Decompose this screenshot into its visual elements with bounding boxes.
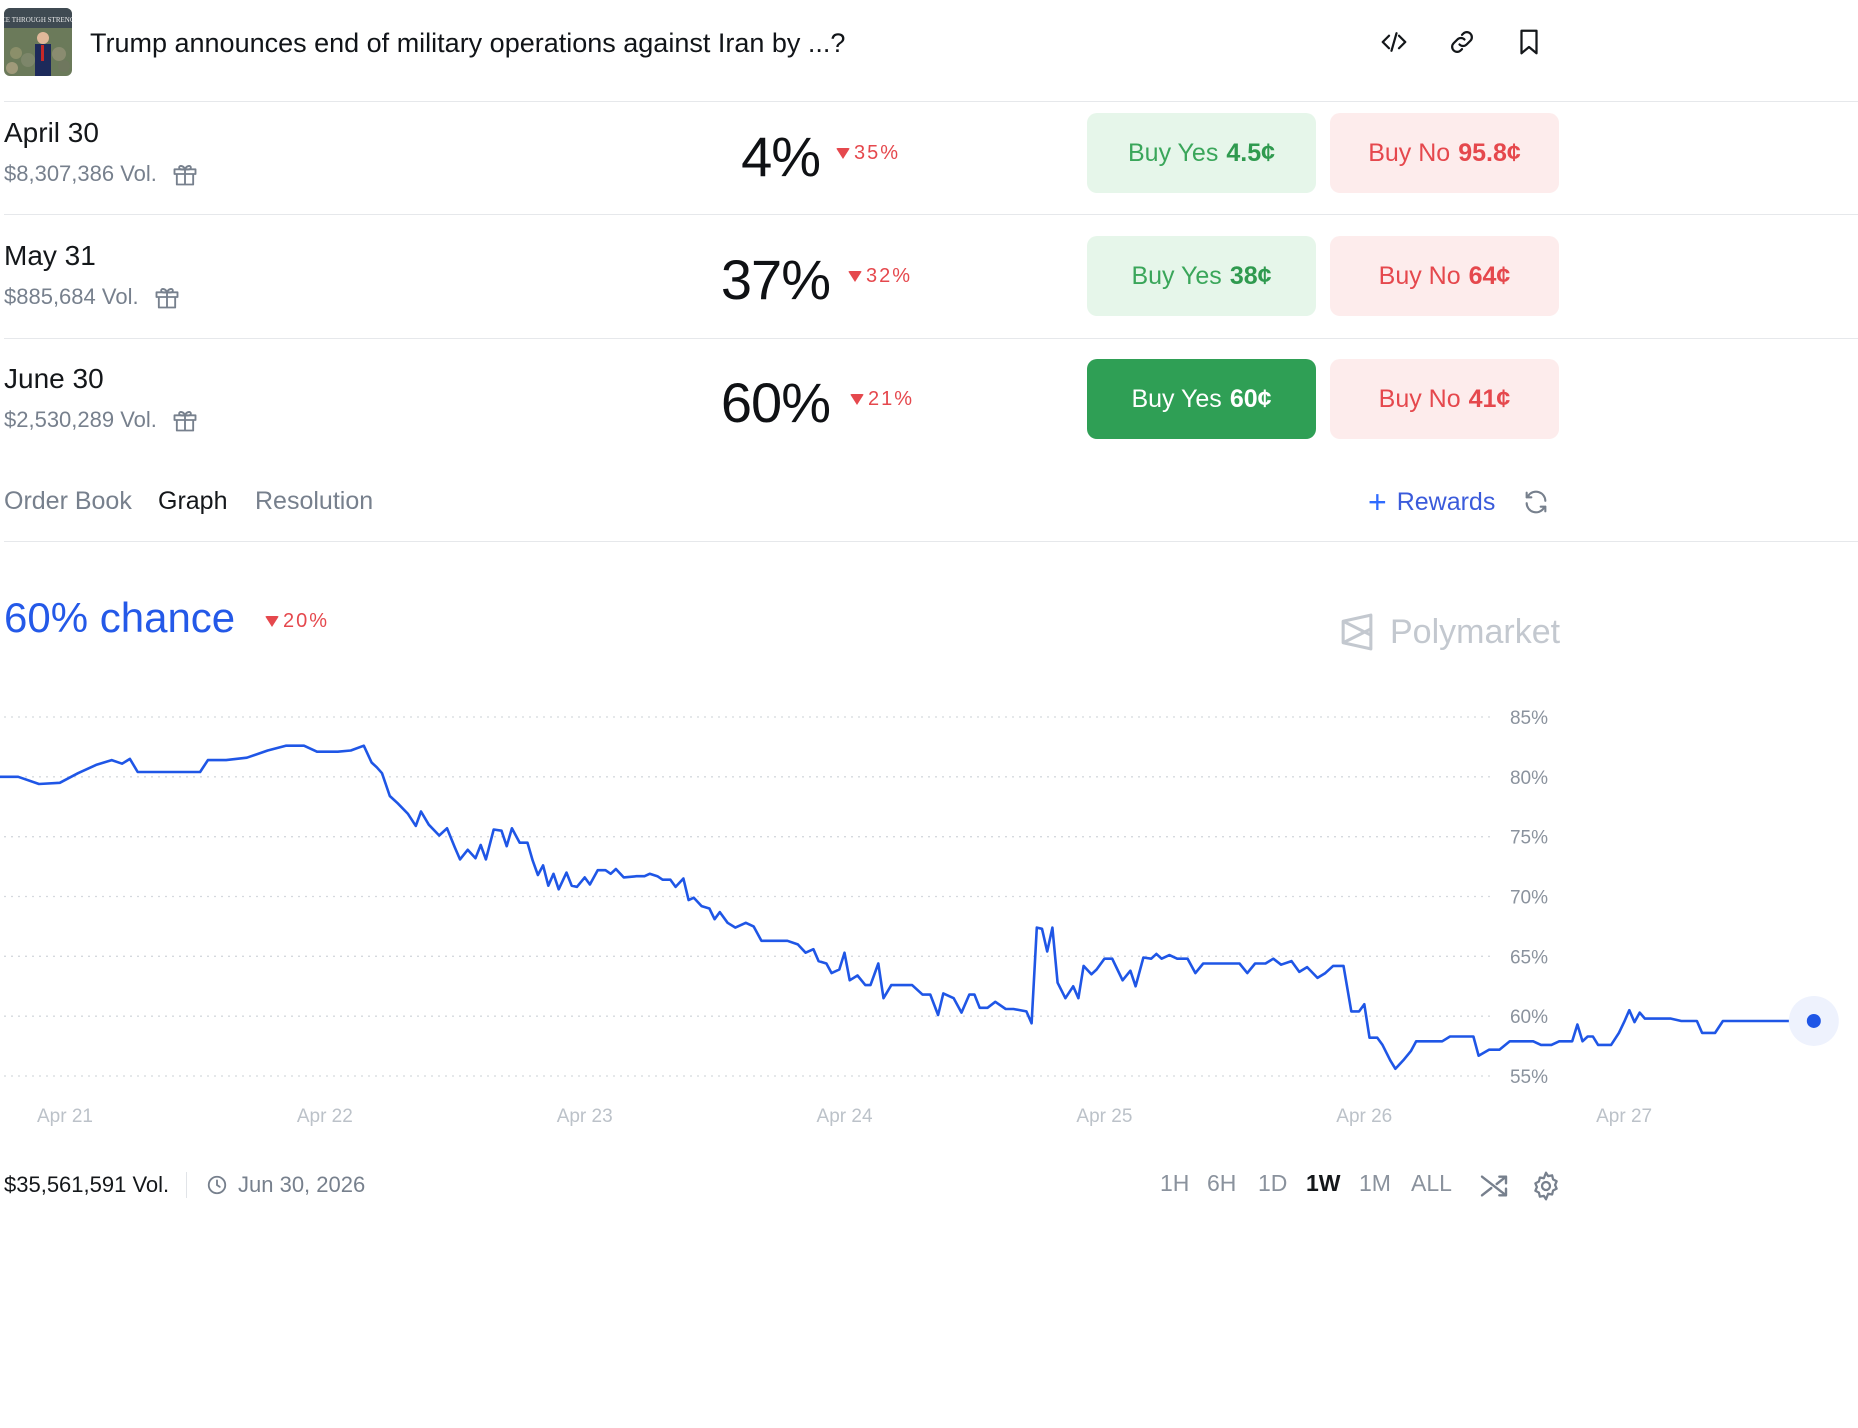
brand-name: Polymarket xyxy=(1390,612,1561,651)
polymarket-logo-icon xyxy=(1341,613,1373,651)
market-thumbnail: CE THROUGH STRENG xyxy=(4,8,72,76)
tab-order-book[interactable]: Order Book xyxy=(4,487,132,516)
y-tick-label: 70% xyxy=(1510,888,1548,909)
range-1m[interactable]: 1M xyxy=(1359,1170,1391,1197)
buy-yes-button[interactable]: Buy Yes 60¢ xyxy=(1087,359,1316,439)
series-end-point xyxy=(1806,1013,1821,1028)
down-triangle-icon xyxy=(848,271,862,282)
market-change: 35% xyxy=(836,142,900,165)
buy-yes-price: 4.5¢ xyxy=(1226,138,1276,167)
market-title: Trump announces end of military operatio… xyxy=(90,28,846,58)
market-change-value: 21% xyxy=(868,388,915,410)
buy-no-label: Buy No xyxy=(1368,138,1451,167)
chance-value: 60% chance xyxy=(4,594,236,641)
embed-code-icon[interactable] xyxy=(1374,22,1414,62)
buy-yes-button[interactable]: Buy Yes 4.5¢ xyxy=(1087,113,1316,193)
down-triangle-icon xyxy=(836,148,850,159)
settings-gear-icon[interactable] xyxy=(1530,1170,1562,1202)
x-tick-label: Apr 23 xyxy=(557,1106,613,1127)
buy-yes-price: 60¢ xyxy=(1229,384,1272,413)
y-tick-label: 60% xyxy=(1510,1007,1548,1028)
market-probability: 60% xyxy=(720,371,831,434)
bookmark-icon[interactable] xyxy=(1509,22,1549,62)
market-date: May 31 xyxy=(4,240,96,271)
svg-text:CE THROUGH STRENG: CE THROUGH STRENG xyxy=(4,16,72,24)
range-1w[interactable]: 1W xyxy=(1306,1170,1341,1197)
chance-change: 20% xyxy=(265,610,329,633)
down-triangle-icon xyxy=(265,616,279,627)
footer-separator xyxy=(186,1172,187,1198)
header-divider xyxy=(4,101,1858,102)
clock-icon xyxy=(207,1175,227,1195)
market-volume: $8,307,386 Vol. xyxy=(4,160,199,188)
gift-icon[interactable] xyxy=(171,160,199,188)
y-tick-label: 75% xyxy=(1510,828,1548,849)
x-tick-label: Apr 27 xyxy=(1596,1106,1652,1127)
rewards-label: Rewards xyxy=(1396,488,1496,516)
market-probability: 37% xyxy=(720,248,831,311)
range-1d[interactable]: 1D xyxy=(1258,1170,1287,1197)
chart-grid xyxy=(4,716,1490,1077)
buy-yes-price: 38¢ xyxy=(1229,261,1272,290)
market-date: June 30 xyxy=(4,363,104,394)
buy-no-label: Buy No xyxy=(1378,384,1461,413)
market-volume: $2,530,289 Vol. xyxy=(4,406,199,434)
y-tick-label: 55% xyxy=(1510,1067,1548,1088)
tabs-divider xyxy=(4,541,1858,542)
end-date-text: Jun 30, 2026 xyxy=(238,1172,366,1197)
x-axis: Apr 21 Apr 22 Apr 23 Apr 24 Apr 25 Apr 26 Apr … xyxy=(37,1106,1652,1127)
shuffle-icon[interactable] xyxy=(1478,1170,1510,1202)
chance-change-value: 20% xyxy=(283,610,330,632)
gift-icon[interactable] xyxy=(171,406,199,434)
x-tick-label: Apr 22 xyxy=(297,1106,353,1127)
market-change: 21% xyxy=(850,388,914,411)
market-volume-text: $885,684 Vol. xyxy=(4,284,139,309)
market-change-value: 32% xyxy=(866,265,913,287)
market-volume-text: $8,307,386 Vol. xyxy=(4,161,157,186)
buy-no-price: 64¢ xyxy=(1468,261,1511,290)
buy-yes-label: Buy Yes xyxy=(1131,261,1222,290)
buy-no-price: 41¢ xyxy=(1468,384,1511,413)
y-tick-label: 65% xyxy=(1510,947,1548,968)
market-volume-text: $2,530,289 Vol. xyxy=(4,407,157,432)
range-1h[interactable]: 1H xyxy=(1160,1170,1189,1197)
buy-yes-button[interactable]: Buy Yes 38¢ xyxy=(1087,236,1316,316)
market-volume: $885,684 Vol. xyxy=(4,283,181,311)
tab-resolution[interactable]: Resolution xyxy=(255,487,373,516)
market-change: 32% xyxy=(848,265,912,288)
market-probability: 4% xyxy=(741,125,821,188)
down-triangle-icon xyxy=(850,394,864,405)
y-tick-label: 85% xyxy=(1510,708,1548,729)
buy-no-price: 95.8¢ xyxy=(1458,138,1521,167)
row-divider xyxy=(4,338,1858,339)
price-chart: 85% 80% 75% 70% 65% 60% 55% Apr 21 Apr 22 Apr 23… xyxy=(0,708,1839,1127)
end-date: Jun 30, 2026 xyxy=(206,1172,365,1198)
polymarket-watermark: Polymarket xyxy=(1338,612,1560,652)
buy-no-label: Buy No xyxy=(1378,261,1461,290)
buy-yes-label: Buy Yes xyxy=(1127,138,1219,167)
row-divider xyxy=(4,214,1858,215)
refresh-icon[interactable] xyxy=(1522,488,1550,516)
x-tick-label: Apr 24 xyxy=(817,1106,873,1127)
x-tick-label: Apr 26 xyxy=(1336,1106,1392,1127)
range-6h[interactable]: 6H xyxy=(1207,1170,1236,1197)
plus-icon: + xyxy=(1368,484,1387,520)
market-change-value: 35% xyxy=(854,142,901,164)
gift-icon[interactable] xyxy=(153,283,181,311)
buy-no-button[interactable]: Buy No 64¢ xyxy=(1330,236,1559,316)
link-icon[interactable] xyxy=(1442,22,1482,62)
y-tick-label: 80% xyxy=(1510,768,1548,789)
buy-no-button[interactable]: Buy No 41¢ xyxy=(1330,359,1559,439)
x-tick-label: Apr 21 xyxy=(37,1106,93,1127)
rewards-button[interactable]: + Rewards xyxy=(1368,484,1495,521)
y-axis: 85% 80% 75% 70% 65% 60% 55% xyxy=(1510,708,1548,1088)
tab-graph[interactable]: Graph xyxy=(158,487,227,516)
buy-no-button[interactable]: Buy No 95.8¢ xyxy=(1330,113,1559,193)
buy-yes-label: Buy Yes xyxy=(1131,384,1222,413)
range-all[interactable]: ALL xyxy=(1411,1170,1452,1197)
total-volume: $35,561,591 Vol. xyxy=(4,1172,170,1197)
market-date: April 30 xyxy=(4,117,99,148)
x-tick-label: Apr 25 xyxy=(1076,1106,1132,1127)
